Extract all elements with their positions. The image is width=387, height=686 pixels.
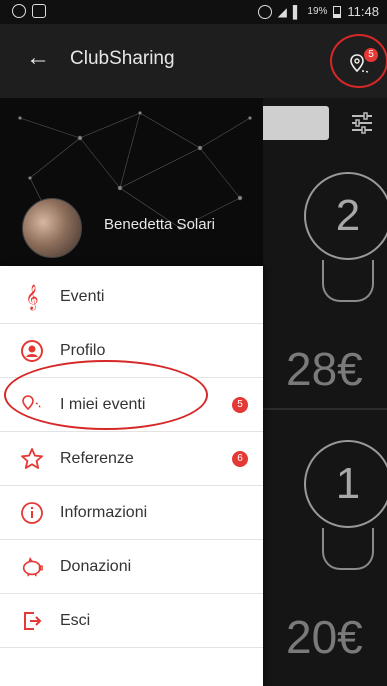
menu-item-donazioni[interactable]: Donazioni <box>0 540 263 594</box>
user-circle-icon <box>21 339 43 362</box>
whatsapp-icon <box>12 4 26 18</box>
menu-item-eventi[interactable]: 𝄞 Eventi <box>0 270 263 324</box>
filter-sliders-icon[interactable] <box>350 112 374 134</box>
annotation-circle <box>330 34 387 88</box>
card-number-circle: 1 <box>304 440 387 528</box>
menu-item-referenze[interactable]: Referenze 6 <box>0 432 263 486</box>
menu-item-label: Eventi <box>60 287 105 305</box>
app-title: ClubSharing <box>70 48 175 69</box>
drawer-header: Benedetta Solari <box>0 98 263 266</box>
user-name: Benedetta Solari <box>104 216 215 233</box>
alarm-icon <box>257 4 272 19</box>
person-outline <box>322 528 374 570</box>
info-icon <box>21 501 43 524</box>
signal-icon: ▌ <box>292 4 302 19</box>
card-price: 28€ <box>286 343 363 395</box>
menu-badge: 5 <box>232 396 248 413</box>
status-bar: ◢ ▌ 19% 11:48 <box>0 0 387 24</box>
clock: 11:48 <box>347 4 379 19</box>
person-outline <box>322 260 374 302</box>
menu-item-label: Donazioni <box>60 557 132 575</box>
star-icon <box>21 447 43 469</box>
menu-item-esci[interactable]: Esci <box>0 594 263 648</box>
navigation-drawer: 𝄞 Eventi Profilo I miei eventi 5 Referen… <box>0 266 263 686</box>
menu-item-label: Profilo <box>60 341 106 359</box>
menu-badge: 6 <box>232 450 248 467</box>
menu-item-label: Esci <box>60 611 91 629</box>
exit-icon <box>24 611 42 630</box>
menu-item-informazioni[interactable]: Informazioni <box>0 486 263 540</box>
card-divider <box>263 408 387 410</box>
battery-icon <box>333 5 342 18</box>
back-arrow-icon[interactable]: ← <box>26 46 50 70</box>
piggy-bank-icon <box>22 556 43 576</box>
card-number-circle: 2 <box>304 172 387 260</box>
card-price: 20€ <box>286 611 363 663</box>
menu-item-label: Referenze <box>60 449 134 467</box>
music-clef-icon: 𝄞 <box>25 283 39 309</box>
battery-percent: 19% <box>307 6 328 17</box>
annotation-oval <box>4 360 208 430</box>
gallery-icon <box>32 4 46 18</box>
search-input[interactable] <box>255 106 329 140</box>
menu-item-label: Informazioni <box>60 503 148 521</box>
avatar[interactable] <box>22 198 82 258</box>
app-bar: ← ClubSharing 5 <box>0 24 387 98</box>
wifi-icon: ◢ <box>277 4 287 19</box>
